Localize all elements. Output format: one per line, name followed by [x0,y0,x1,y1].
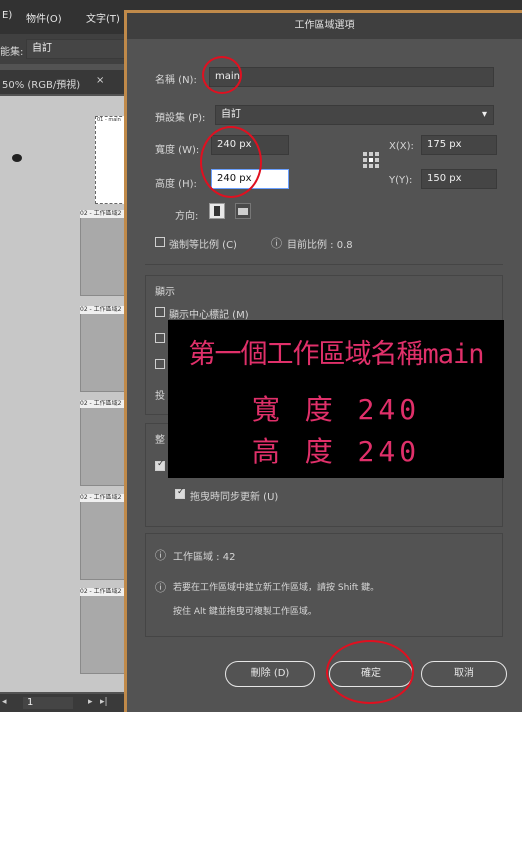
artboard-thumb[interactable] [80,214,126,296]
artboard-thumb-label: 02 - 工作區域2 [80,210,124,218]
delete-button[interactable]: 刪除 (D) [225,661,315,687]
menu-edit[interactable]: E) [2,10,12,21]
video-ruler-label: 投 [155,391,165,402]
artboard-main[interactable]: 01 - main [95,116,127,204]
close-icon[interactable]: × [96,75,104,86]
display-section-title: 顯示 [155,287,175,298]
update-dragging-label: 拖曳時同步更新 (U) [190,492,279,503]
artboard-main-label: 01 - main [97,117,121,123]
control-bar: 能集: 自訂 [0,34,130,64]
document-tab-title: 50% (RGB/預視) [2,80,81,91]
info-icon: ⓘ [155,549,166,562]
canvas-area[interactable]: 01 - main 02 - 工作區域2 02 - 工作區域2 02 - 工作區… [0,96,130,692]
fade-region-checkbox[interactable] [155,459,165,471]
overlay-line-3: 高 度 240 [251,435,421,468]
menu-object[interactable]: 物件(O) [26,10,62,25]
last-page-icon[interactable]: ▸| [100,697,108,707]
cursor-dot-icon [12,154,22,162]
page-number-field[interactable]: 1 [22,696,74,710]
artboard-thumb-label: 02 - 工作區域2 [80,494,124,502]
safe-area-checkbox[interactable] [155,359,165,369]
crosshair-checkbox[interactable] [155,333,165,343]
next-page-icon[interactable]: ▸ [88,697,93,707]
artboard-thumb[interactable] [80,498,126,580]
update-dragging-checkbox[interactable] [175,487,185,499]
size-section-divider [145,65,503,265]
preset-label: 能集: [0,47,24,58]
dialog-title: 工作區域選項 [127,13,522,39]
cancel-button[interactable]: 取消 [421,661,507,687]
tip-line-2: 按住 Alt 鍵並拖曳可複製工作區域。 [173,607,317,617]
document-tab[interactable]: 50% (RGB/預視) × [0,70,130,94]
tip-line-1: 若要在工作區域中建立新工作區域，請按 Shift 鍵。 [173,583,380,593]
center-mark-label: 顯示中心標記 (M) [169,310,249,321]
artboard-thumb[interactable] [80,310,126,392]
artboard-thumb-label: 02 - 工作區域2 [80,588,124,596]
artboard-thumb[interactable] [80,592,126,674]
center-mark-checkbox[interactable] [155,307,165,317]
artboard-thumb-label: 02 - 工作區域2 [80,400,124,408]
artboard-count-text: 工作區域 : 42 [173,552,236,563]
chevron-left-icon[interactable]: ◂ [2,697,7,707]
preset-select[interactable]: 自訂 [26,39,126,59]
annotation-circle-name [202,56,242,94]
overlay-line-1: 第一個工作區域名稱main [188,339,484,370]
status-bar: ◂ 1 ▸ ▸| [0,694,130,712]
annotation-circle-size [200,126,262,198]
info-icon: ⓘ [155,581,166,594]
artboard-thumb-label: 02 - 工作區域2 [80,306,124,314]
menu-type[interactable]: 文字(T) [86,10,120,25]
annotation-circle-ok [326,640,414,704]
annotation-overlay: 第一個工作區域名稱main 寬 度 240 高 度 240 [168,320,504,478]
global-section-title: 整 [155,435,165,446]
overlay-line-2: 寬 度 240 [251,393,421,426]
artboard-thumb[interactable] [80,404,126,486]
